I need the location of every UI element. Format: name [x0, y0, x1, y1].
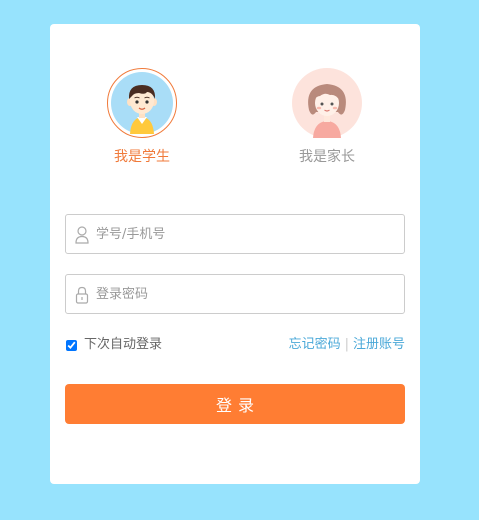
user-icon: [75, 226, 89, 244]
password-input[interactable]: [96, 275, 396, 313]
login-button[interactable]: 登录: [65, 384, 405, 424]
register-link[interactable]: 注册账号: [353, 337, 405, 352]
account-field: [65, 214, 405, 254]
account-input[interactable]: [96, 215, 396, 253]
lock-icon: [75, 286, 89, 304]
password-field: [65, 274, 405, 314]
forgot-password-link[interactable]: 忘记密码: [289, 337, 341, 352]
parent-avatar: [292, 68, 362, 138]
remember-checkbox[interactable]: [66, 339, 77, 351]
account-links: 忘记密码 | 注册账号: [289, 336, 405, 354]
role-student-label: 我是学生: [114, 149, 170, 165]
role-parent-option[interactable]: 我是家长: [267, 68, 387, 166]
role-student-option[interactable]: 我是学生: [82, 68, 202, 166]
login-options: 下次自动登录 忘记密码 | 注册账号: [65, 336, 405, 354]
remember-label: 下次自动登录: [84, 337, 163, 352]
student-avatar: [107, 68, 177, 138]
role-selector: 我是学生 我是家长: [50, 68, 420, 178]
parent-avatar-icon: [292, 68, 362, 138]
link-separator: |: [344, 337, 349, 352]
login-card: 我是学生 我是家长 学号/手机号 下次自动登录 忘记密码 | 注册账号 登录: [50, 24, 420, 484]
remember-me[interactable]: 下次自动登录: [65, 336, 162, 354]
role-parent-label: 我是家长: [299, 149, 355, 165]
student-avatar-icon: [111, 72, 173, 134]
